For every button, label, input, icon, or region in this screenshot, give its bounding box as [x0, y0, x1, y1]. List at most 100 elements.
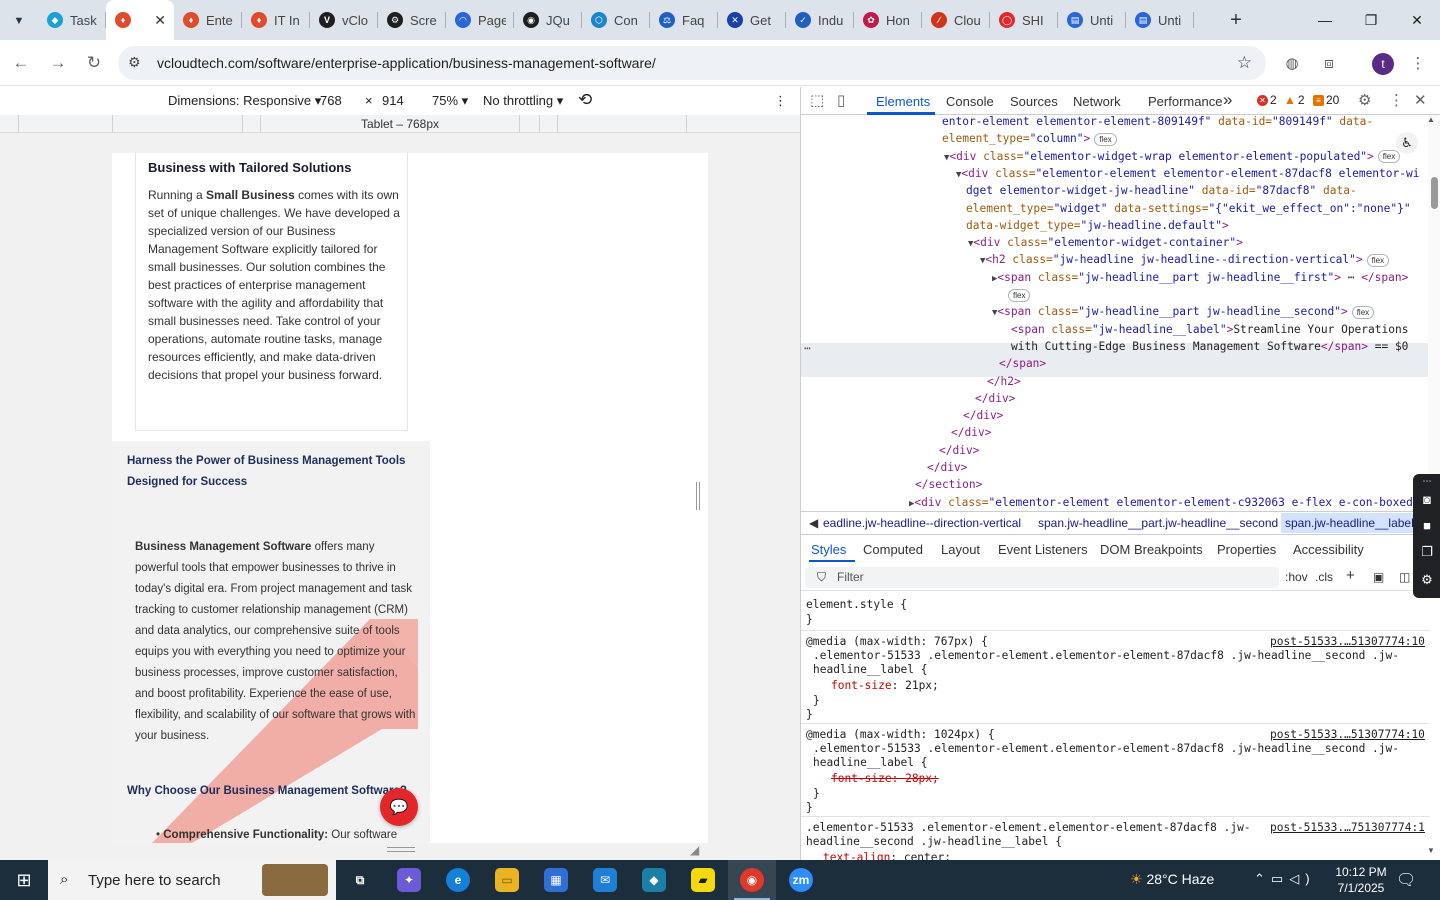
- more-tabs-button[interactable]: »: [1223, 90, 1232, 110]
- taskbar-app-sticky-notes[interactable]: ▰: [679, 860, 727, 900]
- flex-badge[interactable]: flex: [1094, 132, 1117, 146]
- element-style-rule[interactable]: element.style {: [806, 598, 907, 612]
- forward-button[interactable]: →: [45, 50, 71, 76]
- dom-node-line[interactable]: flex: [1004, 287, 1031, 303]
- dom-node-line[interactable]: with Cutting-Edge Business Management So…: [1011, 339, 1408, 355]
- rule-selector-cont[interactable]: headline__label {: [813, 756, 928, 770]
- rule-source-link[interactable]: post-51533.…51307774:10: [1270, 728, 1425, 742]
- taskbar-app-chrome[interactable]: ◉: [728, 860, 776, 900]
- rule-selector-cont[interactable]: headline__label {: [813, 663, 928, 677]
- tab-sources[interactable]: Sources: [1010, 94, 1058, 109]
- taskbar-app-copilot[interactable]: ✦: [385, 860, 433, 900]
- dom-node-line[interactable]: </h2>: [987, 374, 1021, 390]
- dom-node-line[interactable]: ▶<div class="elementor-element elementor…: [909, 495, 1413, 511]
- dom-node-line[interactable]: ▼<h2 class="jw-headline jw-headline--dir…: [980, 252, 1390, 269]
- breadcrumb-scroll-left-icon[interactable]: ◀: [809, 516, 818, 530]
- accessibility-icon[interactable]: ♿: [1396, 132, 1418, 154]
- menu-kebab-icon[interactable]: ⋮: [1406, 51, 1430, 75]
- translate-icon[interactable]: ◍: [1280, 51, 1304, 75]
- flex-badge[interactable]: flex: [1366, 253, 1390, 267]
- taskbar-app-zoom[interactable]: zm: [777, 860, 825, 900]
- dom-node-line[interactable]: ▼<div class="elementor-widget-wrap eleme…: [944, 149, 1401, 166]
- tab-search-button[interactable]: ▼: [6, 8, 32, 34]
- close-tab-icon[interactable]: ✕: [154, 12, 166, 29]
- start-button[interactable]: ⊞: [0, 860, 48, 900]
- toggle-sidebar-icon[interactable]: ◫: [1399, 570, 1410, 584]
- tab-event-listeners[interactable]: Event Listeners: [998, 542, 1088, 557]
- css-declaration[interactable]: text-align: center;: [823, 851, 951, 860]
- close-devtools-icon[interactable]: ✕: [1414, 91, 1427, 109]
- browser-tab[interactable]: ⚙ Scre: [378, 0, 446, 40]
- notification-icon[interactable]: 🗨: [1396, 870, 1416, 890]
- browser-tab[interactable]: ⬡ Con: [582, 0, 650, 40]
- width-input[interactable]: 768: [316, 91, 360, 111]
- browser-tab[interactable]: ♦ Ente: [174, 0, 242, 40]
- browser-tab[interactable]: VvClo: [310, 0, 378, 40]
- inspect-element-icon[interactable]: ⬚: [810, 91, 824, 109]
- browser-tab[interactable]: ✓ Indu: [786, 0, 854, 40]
- dom-node-line[interactable]: data-widget_type="jw-headline.default">: [966, 218, 1229, 234]
- throttling-dropdown[interactable]: No throttling ▾: [483, 93, 563, 109]
- tab-elements[interactable]: Elements: [876, 94, 930, 109]
- devtools-menu-icon[interactable]: ⋮: [1389, 91, 1404, 109]
- dom-node-line[interactable]: element_type="widget" data-settings="{"e…: [966, 201, 1411, 217]
- flex-badge[interactable]: flex: [1008, 288, 1031, 302]
- dom-node-line[interactable]: </div>: [975, 391, 1015, 407]
- scroll-thumb[interactable]: [1431, 177, 1438, 209]
- error-count[interactable]: ✕ 2: [1257, 93, 1277, 107]
- url-text[interactable]: vcloudtech.com/software/enterprise-appli…: [157, 55, 656, 71]
- browser-tab[interactable]: ✿ Hon: [854, 0, 922, 40]
- breadcrumb-item[interactable]: eadline.jw-headline--direction-vertical: [823, 516, 1021, 530]
- scroll-down-icon[interactable]: ▼: [1427, 846, 1435, 855]
- system-tray[interactable]: ⌃▭◁): [1254, 871, 1316, 887]
- tab-properties[interactable]: Properties: [1217, 542, 1276, 557]
- viewport-resize-handle-right[interactable]: [696, 482, 700, 510]
- taskbar-app-edge[interactable]: e: [434, 860, 482, 900]
- tab-accessibility[interactable]: Accessibility: [1293, 542, 1364, 557]
- device-options-icon[interactable]: ⋮: [774, 93, 787, 109]
- rule-selector[interactable]: .elementor-51533 .elementor-element.elem…: [813, 649, 1399, 663]
- dom-node-line[interactable]: </div>: [951, 425, 991, 441]
- tab-active[interactable]: ♦ ✕: [106, 0, 174, 40]
- css-declaration[interactable]: font-size: 21px;: [831, 679, 939, 693]
- video-icon[interactable]: ■: [1419, 518, 1435, 534]
- site-settings-icon[interactable]: ⚙: [128, 54, 141, 71]
- taskbar-app-mail[interactable]: ✉: [581, 860, 629, 900]
- rule-source-link[interactable]: post-51533.…51307774:10: [1270, 635, 1425, 649]
- settings-gear-icon[interactable]: ⚙: [1419, 572, 1435, 588]
- rule-selector-cont[interactable]: headline__second .jw-headline__label {: [806, 835, 1062, 849]
- dom-node-line[interactable]: </div>: [927, 460, 967, 476]
- computed-styles-icon[interactable]: ▣: [1373, 570, 1384, 584]
- tab-dom-breakpoints[interactable]: DOM Breakpoints: [1100, 542, 1203, 557]
- taskbar-app-store[interactable]: ▦: [532, 860, 580, 900]
- browser-tab[interactable]: ∕ Clou: [922, 0, 990, 40]
- dom-node-line[interactable]: ▼<div class="elementor-widget-container"…: [968, 235, 1243, 252]
- chat-button[interactable]: 💬: [380, 788, 418, 826]
- rule-selector[interactable]: .elementor-51533 .elementor-element.elem…: [813, 742, 1399, 756]
- dom-scrollbar[interactable]: [1428, 115, 1440, 511]
- browser-tab[interactable]: ◠ Page: [446, 0, 514, 40]
- window-icon[interactable]: ❐: [1419, 544, 1435, 560]
- settings-gear-icon[interactable]: ⚙: [1358, 91, 1371, 109]
- dom-node-line[interactable]: <span class="jw-headline__label">Streaml…: [1011, 322, 1408, 338]
- tab-console[interactable]: Console: [946, 94, 994, 109]
- more-options-icon[interactable]: ⋯: [1419, 476, 1435, 492]
- back-button[interactable]: ←: [8, 50, 34, 76]
- minimize-button[interactable]: —: [1302, 0, 1348, 40]
- browser-tab[interactable]: ◆ Task: [38, 0, 106, 40]
- rule-selector[interactable]: .elementor-51533 .elementor-element.elem…: [806, 821, 1251, 835]
- weather-widget[interactable]: ☀ 28°C Haze: [1130, 871, 1214, 888]
- flex-badge[interactable]: flex: [1351, 305, 1375, 319]
- dom-node-line[interactable]: element_type="column"> flex: [942, 131, 1117, 147]
- tab-performance[interactable]: Performance: [1148, 94, 1222, 109]
- breadcrumb-item-selected[interactable]: span.jw-headline__label: [1281, 513, 1418, 533]
- cls-toggle[interactable]: .cls: [1315, 570, 1333, 584]
- browser-tab[interactable]: ✕ Get: [718, 0, 786, 40]
- dom-node-line[interactable]: entor-element elementor-element-809149f"…: [942, 115, 1373, 130]
- taskbar-app-app-blue[interactable]: ◆: [630, 860, 678, 900]
- new-tab-button[interactable]: +: [1224, 8, 1248, 32]
- styles-filter-input[interactable]: Filter: [805, 567, 1279, 588]
- dom-node-line[interactable]: </span>: [999, 356, 1046, 372]
- css-declaration-overridden[interactable]: font-size: 28px;: [831, 772, 939, 786]
- device-toggle-icon[interactable]: ▯: [837, 91, 845, 109]
